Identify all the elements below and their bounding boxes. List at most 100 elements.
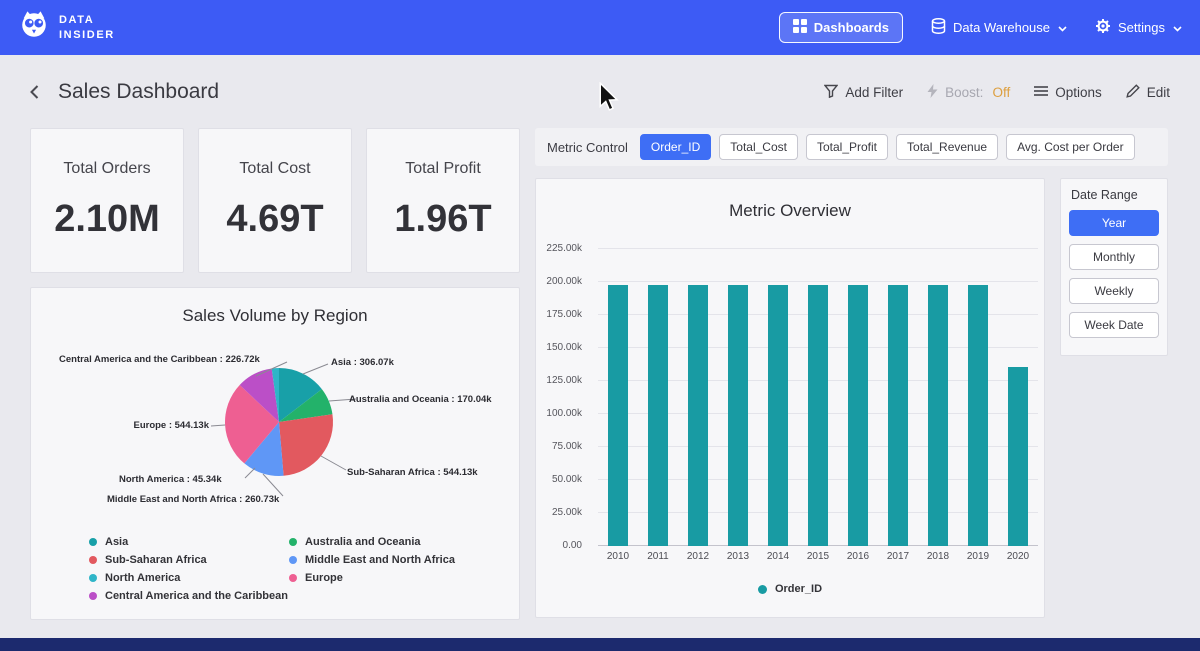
chevron-down-icon xyxy=(1173,20,1182,35)
pie-label-sub-saharan-africa: Sub-Saharan Africa : 544.13k xyxy=(347,467,478,478)
legend-item-europe[interactable]: Europe xyxy=(289,572,489,584)
bar-2020[interactable] xyxy=(1008,367,1028,546)
metric-button-total-cost[interactable]: Total_Cost xyxy=(719,134,798,160)
legend-item-australia-oceania[interactable]: Australia and Oceania xyxy=(289,536,489,548)
options-button[interactable]: Options xyxy=(1034,85,1102,100)
date-range-monthly-button[interactable]: Monthly xyxy=(1069,244,1159,270)
add-filter-button[interactable]: Add Filter xyxy=(824,84,903,101)
kpi-card-total-cost: Total Cost 4.69T xyxy=(198,128,352,273)
y-tick-label: 75.00k xyxy=(552,441,582,452)
kpi-value: 4.69T xyxy=(226,198,323,241)
owl-logo-icon xyxy=(18,9,50,46)
kpi-value: 2.10M xyxy=(54,198,160,241)
legend-item-north-america[interactable]: North America xyxy=(89,572,289,584)
list-icon xyxy=(1034,85,1048,100)
x-tick-label: 2010 xyxy=(598,551,638,562)
bar-2011[interactable] xyxy=(648,285,668,546)
y-tick-label: 175.00k xyxy=(546,309,582,320)
kpi-title: Total Cost xyxy=(239,160,310,178)
nav-settings[interactable]: Settings xyxy=(1095,18,1182,37)
funnel-icon xyxy=(824,84,838,101)
legend-item-middle-east-north-africa[interactable]: Middle East and North Africa xyxy=(289,554,489,566)
page-header: Sales Dashboard Add Filter Boost: Off xyxy=(26,76,1170,108)
bar-2017[interactable] xyxy=(888,285,908,546)
legend-dot xyxy=(89,574,97,582)
metric-button-total-profit[interactable]: Total_Profit xyxy=(806,134,888,160)
metric-control-label: Metric Control xyxy=(547,140,628,155)
legend-item-central-america[interactable]: Central America and the Caribbean xyxy=(89,590,289,602)
bar-2015[interactable] xyxy=(808,285,828,546)
x-tick-label: 2018 xyxy=(918,551,958,562)
x-tick-label: 2017 xyxy=(878,551,918,562)
kpi-card-total-profit: Total Profit 1.96T xyxy=(366,128,520,273)
x-tick-label: 2015 xyxy=(798,551,838,562)
pie-label-central-america: Central America and the Caribbean : 226.… xyxy=(59,354,260,365)
nav-data-warehouse[interactable]: Data Warehouse xyxy=(931,18,1067,37)
pie-legend: Asia Sub-Saharan Africa North America Ce… xyxy=(89,536,489,608)
pie-label-europe: Europe : 544.13k xyxy=(59,420,209,431)
bolt-icon xyxy=(927,84,938,101)
pie-label-north-america: North America : 45.34k xyxy=(119,474,222,485)
bar-chart-plot xyxy=(598,249,1038,546)
y-tick-label: 50.00k xyxy=(552,474,582,485)
metric-button-order-id[interactable]: Order_ID xyxy=(640,134,711,160)
kpi-title: Total Orders xyxy=(63,160,150,178)
pie-slice-sub-saharan-africa[interactable] xyxy=(279,414,333,476)
legend-dot xyxy=(89,556,97,564)
metric-overview-card: Metric Overview 0.0025.00k50.00k75.00k10… xyxy=(535,178,1045,618)
bar-2018[interactable] xyxy=(928,285,948,546)
bar-2013[interactable] xyxy=(728,285,748,546)
bar-2012[interactable] xyxy=(688,285,708,546)
bar-chart-bars xyxy=(598,249,1038,546)
boost-status: Off xyxy=(992,85,1010,100)
pie-label-middle-east-north-africa: Middle East and North Africa : 260.73k xyxy=(107,494,279,505)
bar-chart-legend[interactable]: Order_ID xyxy=(536,583,1044,595)
legend-dot xyxy=(289,538,297,546)
gear-icon xyxy=(1095,18,1111,37)
bar-2010[interactable] xyxy=(608,285,628,546)
x-tick-label: 2012 xyxy=(678,551,718,562)
back-button[interactable] xyxy=(26,83,44,101)
bar-2019[interactable] xyxy=(968,285,988,546)
kpi-card-total-orders: Total Orders 2.10M xyxy=(30,128,184,273)
legend-dot xyxy=(289,556,297,564)
date-range-label: Date Range xyxy=(1071,188,1159,202)
legend-item-asia[interactable]: Asia xyxy=(89,536,289,548)
bar-2014[interactable] xyxy=(768,285,788,546)
date-range-week-date-button[interactable]: Week Date xyxy=(1069,312,1159,338)
app-screen: DATA INSIDER Dashboards xyxy=(0,0,1200,651)
x-tick-label: 2020 xyxy=(998,551,1038,562)
x-tick-label: 2013 xyxy=(718,551,758,562)
bar-2016[interactable] xyxy=(848,285,868,546)
pie-label-australia-oceania: Australia and Oceania : 170.04k xyxy=(349,394,492,405)
date-range-year-button[interactable]: Year xyxy=(1069,210,1159,236)
legend-dot xyxy=(289,574,297,582)
x-tick-label: 2019 xyxy=(958,551,998,562)
x-tick-label: 2016 xyxy=(838,551,878,562)
page-title: Sales Dashboard xyxy=(58,80,219,104)
brand-logo[interactable]: DATA INSIDER xyxy=(18,9,115,46)
bar-chart-y-axis: 0.0025.00k50.00k75.00k100.00k125.00k150.… xyxy=(536,249,590,546)
legend-dot xyxy=(758,585,767,594)
kpi-title: Total Profit xyxy=(405,160,481,178)
dashboard-grid-icon xyxy=(793,19,807,36)
navbar-menu: Dashboards Data Warehouse xyxy=(779,12,1182,43)
boost-toggle[interactable]: Boost: Off xyxy=(927,84,1010,101)
chevron-down-icon xyxy=(1058,20,1067,35)
date-range-weekly-button[interactable]: Weekly xyxy=(1069,278,1159,304)
chart-title: Sales Volume by Region xyxy=(31,306,519,326)
footer-bar xyxy=(0,638,1200,651)
metric-button-total-revenue[interactable]: Total_Revenue xyxy=(896,134,998,160)
y-tick-label: 100.00k xyxy=(546,408,582,419)
x-tick-label: 2014 xyxy=(758,551,798,562)
edit-button[interactable]: Edit xyxy=(1126,84,1170,101)
kpi-value: 1.96T xyxy=(394,198,491,241)
pie-chart-area: Central America and the Caribbean : 226.… xyxy=(31,340,521,532)
legend-dot xyxy=(89,538,97,546)
legend-item-sub-saharan-africa[interactable]: Sub-Saharan Africa xyxy=(89,554,289,566)
metric-button-avg-cost-per-order[interactable]: Avg. Cost per Order xyxy=(1006,134,1135,160)
legend-dot xyxy=(89,592,97,600)
y-tick-label: 125.00k xyxy=(546,375,582,386)
y-tick-label: 25.00k xyxy=(552,507,582,518)
nav-dashboards[interactable]: Dashboards xyxy=(779,12,903,43)
